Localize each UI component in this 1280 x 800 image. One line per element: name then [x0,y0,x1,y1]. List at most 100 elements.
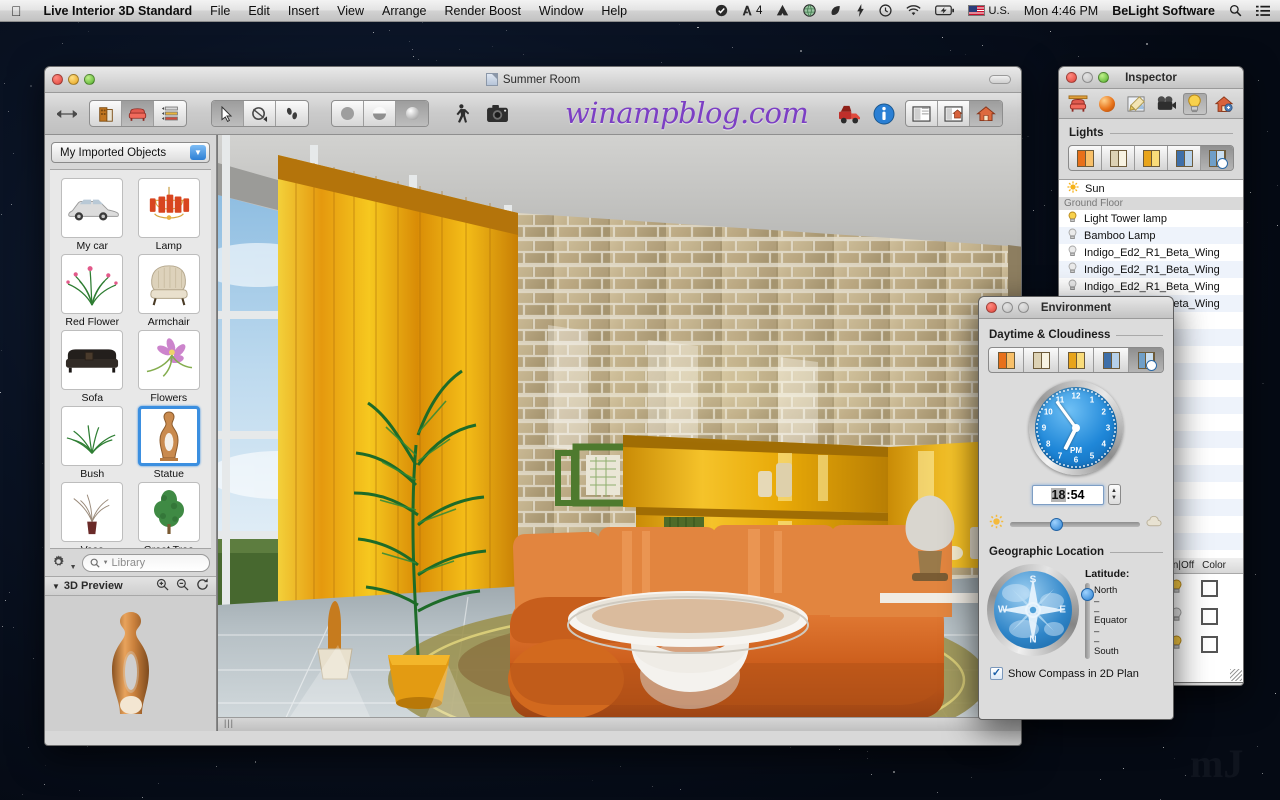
light-row-indigo-3[interactable]: Indigo_Ed2_R1_Beta_Wing [1059,278,1243,295]
stepper-down-icon[interactable]: ▼ [1111,495,1117,502]
window-night-button[interactable] [1168,146,1201,170]
time-stepper[interactable]: ▲ ▼ [1107,484,1121,505]
window-pale-button[interactable] [1102,146,1135,170]
preview-header[interactable]: ▼ 3D Preview [45,576,216,596]
custom-time-button[interactable] [1129,348,1163,372]
light-tab[interactable] [1182,92,1207,115]
menu-app-name[interactable]: Live Interior 3D Standard [35,0,202,22]
floorplan-2d-button[interactable] [90,101,122,126]
furniture-3d-button[interactable] [122,101,154,126]
light-row-indigo-1[interactable]: Indigo_Ed2_R1_Beta_Wing [1059,244,1243,261]
library-item-lamp[interactable]: Lamp [133,178,206,252]
resize-grip-icon[interactable] [1230,669,1242,681]
adobe-icon[interactable]: 4 [735,0,769,22]
house-view-button[interactable] [970,101,1002,126]
toolbar-toggle-button[interactable] [989,75,1011,84]
menu-item-render-boost[interactable]: Render Boost [435,0,529,22]
window-clock-button[interactable] [1201,146,1233,170]
library-item-armchair[interactable]: Armchair [133,254,206,328]
lightning-icon[interactable] [849,0,872,22]
clock-dial[interactable]: PM 1 2 3 4 5 6 7 8 9 10 11 12 [1029,381,1123,475]
triangle-down-icon[interactable]: ▼ [52,582,60,591]
preview-3d-viewport[interactable] [45,596,216,731]
footsteps-icon[interactable] [276,101,308,126]
library-item-bush[interactable]: Bush [56,406,129,480]
object-list-button[interactable] [154,101,186,126]
time-input[interactable]: 18:54 [1031,484,1104,505]
split-view-button[interactable] [906,101,938,126]
library-item-vase[interactable]: Vase [56,482,129,548]
library-item-flowers[interactable]: Flowers [133,330,206,404]
cloudy-button[interactable] [1024,348,1059,372]
light-group-header[interactable]: Ground Floor [1059,197,1243,210]
rotate-icon[interactable] [196,578,209,594]
zoom-out-icon[interactable] [176,578,189,594]
chevron-down-icon[interactable]: ▼ [190,145,206,160]
stepper-up-icon[interactable]: ▲ [1111,488,1117,495]
library-category-popup[interactable]: My Imported Objects ▼ [51,142,210,163]
zoom-in-icon[interactable] [156,578,169,594]
compass-widget[interactable]: S E N W [987,564,1079,656]
viewport-3d[interactable]: ||| [217,135,1021,731]
resize-grip[interactable]: ||| [224,718,234,728]
library-item-great-tree[interactable]: Great Tree [133,482,206,548]
camera-tab[interactable] [1154,93,1178,115]
texture-tab[interactable] [1124,93,1148,115]
library-item-sofa[interactable]: Sofa [56,330,129,404]
latitude-track[interactable] [1081,583,1094,659]
menu-item-view[interactable]: View [328,0,373,22]
realistic-shading-button[interactable] [396,101,428,126]
search-icon[interactable] [1222,0,1249,22]
document-titlebar[interactable]: Summer Room [45,67,1021,93]
latitude-slider[interactable]: North – – Equator – – South [1081,583,1149,659]
library-item-statue[interactable]: Statue [133,406,206,480]
time-hours[interactable]: 18 [1050,487,1067,502]
cloudiness-slider-knob[interactable] [1049,517,1063,531]
library-item-red-flower[interactable]: Red Flower [56,254,129,328]
light-row-sun[interactable]: Sun [1059,180,1243,197]
environment-titlebar[interactable]: Environment [979,297,1173,319]
menu-item-edit[interactable]: Edit [239,0,279,22]
library-search-input[interactable]: ▼ Library [81,553,210,572]
menu-item-file[interactable]: File [201,0,239,22]
leaf-icon[interactable] [823,0,849,22]
arrows-horizontal-icon[interactable] [53,100,81,127]
light-color-swatch[interactable] [1201,607,1218,625]
window-warm-button[interactable] [1069,146,1102,170]
light-color-swatch[interactable] [1201,635,1218,653]
menu-item-insert[interactable]: Insert [279,0,328,22]
render-truck-icon[interactable] [835,100,863,127]
cloudiness-slider[interactable] [1010,517,1140,531]
clock-icon[interactable] [872,0,899,22]
apple-icon[interactable]:  [11,4,22,18]
light-row-light-tower-lamp[interactable]: Light Tower lamp [1059,210,1243,227]
walking-person-icon[interactable] [447,100,475,127]
material-tab[interactable] [1095,93,1119,115]
inspector-titlebar[interactable]: Inspector [1059,67,1243,89]
notification-center-icon[interactable] [1249,0,1280,22]
sunset-button[interactable] [1059,348,1094,372]
window-amber-button[interactable] [1135,146,1168,170]
smooth-shading-button[interactable] [364,101,396,126]
night-button[interactable] [1094,348,1129,372]
time-clock-widget[interactable]: PM 1 2 3 4 5 6 7 8 9 10 11 12 [979,381,1173,475]
menu-item-arrange[interactable]: Arrange [373,0,435,22]
building-tab[interactable] [1212,93,1236,115]
light-row-indigo-2[interactable]: Indigo_Ed2_R1_Beta_Wing [1059,261,1243,278]
select-tool[interactable] [212,101,244,126]
camera-icon[interactable] [483,100,511,127]
light-row-bamboo-lamp[interactable]: Bamboo Lamp [1059,227,1243,244]
wifi-icon[interactable] [899,0,928,22]
show-compass-checkbox-row[interactable]: ✓ Show Compass in 2D Plan [979,659,1173,680]
object-tab[interactable] [1066,93,1090,115]
menubar-user[interactable]: BeLight Software [1105,0,1222,22]
light-color-swatch[interactable] [1201,579,1218,597]
menu-item-window[interactable]: Window [530,0,592,22]
flat-shading-button[interactable] [332,101,364,126]
info-icon[interactable] [870,100,898,127]
check-circle-icon[interactable] [708,0,735,22]
battery-icon[interactable] [928,0,961,22]
menu-item-help[interactable]: Help [592,0,636,22]
us-flag-icon[interactable]: U.S. [961,0,1016,22]
dropbox-globe-icon[interactable] [796,0,823,22]
